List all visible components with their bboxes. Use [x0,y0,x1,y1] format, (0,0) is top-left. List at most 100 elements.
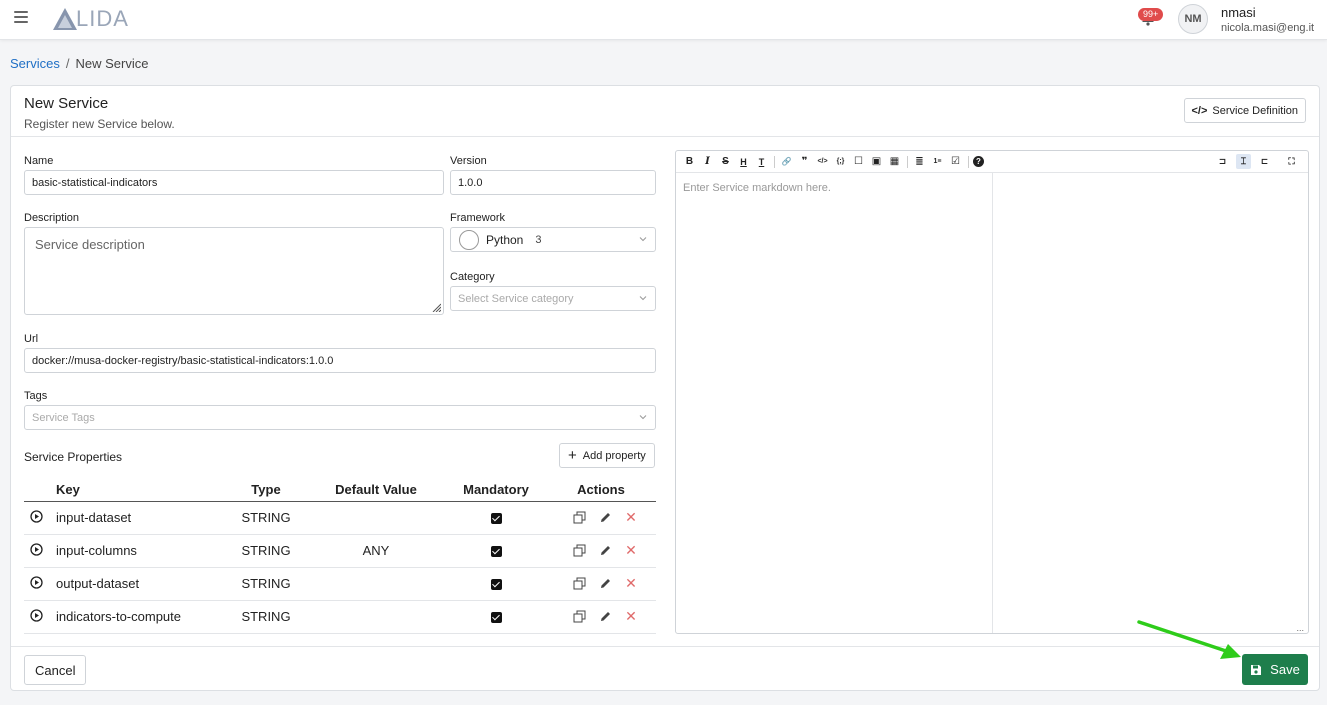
default-value-column-header: Default Value [306,479,446,502]
edit-pencil-icon[interactable] [598,610,612,624]
heading-icon[interactable]: H [736,154,751,169]
bold-icon[interactable]: B [682,154,697,169]
save-button[interactable]: Save [1242,654,1308,685]
property-key: input-columns [56,534,226,568]
table-icon[interactable]: ▦ [887,154,902,169]
ordered-list-icon[interactable]: 1≡ [930,154,945,169]
split-view-icon[interactable]: ⌶ [1236,154,1251,169]
name-input[interactable]: basic-statistical-indicators [24,170,444,195]
notification-count-badge[interactable]: 99+ [1138,8,1164,21]
table-row: input-columns STRING ANY ✕ [24,534,656,568]
expand-play-icon[interactable] [30,509,43,523]
logo-icon [53,8,77,30]
help-icon[interactable]: ? [973,156,984,167]
menu-icon[interactable] [14,11,28,25]
card-header: New Service Register new Service below. … [11,86,1319,137]
avatar[interactable]: NM [1178,4,1208,34]
edit-only-view-icon[interactable]: ⊐ [1215,154,1230,169]
actions-column-header: Actions [546,479,656,502]
user-email: nicola.masi@eng.it [1221,22,1315,34]
copy-icon[interactable] [572,544,586,558]
copy-icon[interactable] [572,577,586,591]
property-key: output-dataset [56,567,226,601]
category-label: Category [450,271,495,283]
code-block-icon[interactable]: {;} [833,154,848,169]
resize-handle-icon[interactable] [431,302,441,312]
markdown-input[interactable]: Enter Service markdown here. [676,173,993,633]
mandatory-checkbox[interactable] [490,612,502,624]
delete-icon[interactable]: ✕ [624,608,638,624]
card-footer: Cancel Save [11,646,1319,691]
checklist-icon[interactable]: ☑ [948,154,963,169]
version-label: Version [450,155,487,167]
property-default [306,600,446,634]
python-logo-icon [459,229,479,250]
properties-table: Key Type Default Value Mandatory Actions… [24,479,656,634]
expand-play-icon[interactable] [30,575,43,589]
property-key: indicators-to-compute [56,600,226,634]
markdown-placeholder: Enter Service markdown here. [683,182,831,194]
expand-play-icon[interactable] [30,542,43,556]
fullscreen-icon[interactable]: ⛶ [1284,154,1299,169]
key-column-header: Key [56,479,226,502]
mandatory-checkbox[interactable] [490,579,502,591]
link-icon[interactable]: 🔗 [779,154,794,169]
delete-icon[interactable]: ✕ [624,509,638,525]
preview-only-view-icon[interactable]: ⊏ [1257,154,1272,169]
breadcrumb-services-link[interactable]: Services [10,56,60,71]
italic-icon[interactable]: I [700,154,715,169]
edit-pencil-icon[interactable] [598,544,612,558]
unordered-list-icon[interactable]: ≣ [912,154,927,169]
type-column-header: Type [226,479,306,502]
table-row: output-dataset STRING ✕ [24,567,656,601]
tags-placeholder: Service Tags [32,411,95,424]
tags-label: Tags [24,390,48,402]
url-label: Url [24,333,39,345]
copy-icon[interactable] [572,511,586,525]
version-input[interactable]: 1.0.0 [450,170,656,195]
markdown-preview [993,173,1308,633]
framework-label: Framework [450,212,506,224]
copy-icon[interactable] [572,610,586,624]
category-select[interactable]: Select Service category [450,286,656,311]
mandatory-checkbox[interactable] [490,546,502,558]
floppy-disk-icon [1251,664,1262,675]
tags-select[interactable]: Service Tags [24,405,656,430]
add-property-button[interactable]: + Add property [559,443,655,468]
edit-pencil-icon[interactable] [598,511,612,525]
add-property-label: Add property [582,449,646,462]
delete-icon[interactable]: ✕ [624,575,638,591]
quote-icon[interactable]: ❞ [797,154,812,169]
new-service-card: New Service Register new Service below. … [10,85,1320,691]
framework-select[interactable]: Python 3 [450,227,656,252]
table-row: indicators-to-compute STRING ✕ [24,600,656,634]
breadcrumb-current: New Service [75,56,149,71]
url-input[interactable]: docker://musa-docker-registry/basic-stat… [24,348,656,373]
expand-column-header [24,479,56,502]
cancel-button[interactable]: Cancel [24,655,87,685]
edit-pencil-icon[interactable] [598,577,612,591]
save-label: Save [1270,662,1300,677]
breadcrumb-separator: / [65,56,70,71]
image-icon[interactable]: ▣ [869,154,884,169]
delete-icon[interactable]: ✕ [624,542,638,558]
property-default [306,567,446,601]
strikethrough-icon[interactable]: S [718,154,733,169]
mandatory-checkbox[interactable] [490,513,502,525]
category-placeholder: Select Service category [458,292,574,305]
logo[interactable]: LIDA [52,6,129,32]
expand-play-icon[interactable] [30,608,43,622]
code-icon[interactable]: </> [815,154,830,169]
description-label: Description [24,212,80,224]
mandatory-column-header: Mandatory [446,479,546,502]
name-label: Name [24,155,54,167]
title-icon[interactable]: T [754,154,769,169]
editor-view-controls: ⊐ ⌶ ⊏ ⛶ [1215,154,1302,169]
property-default [306,501,446,535]
description-textarea[interactable]: Service description [24,227,444,315]
property-type: STRING [226,534,306,568]
comment-icon[interactable]: ☐ [851,154,866,169]
service-definition-button[interactable]: </> Service Definition [1183,98,1306,123]
logo-text: LIDA [76,6,129,31]
chevron-down-icon [639,415,647,420]
